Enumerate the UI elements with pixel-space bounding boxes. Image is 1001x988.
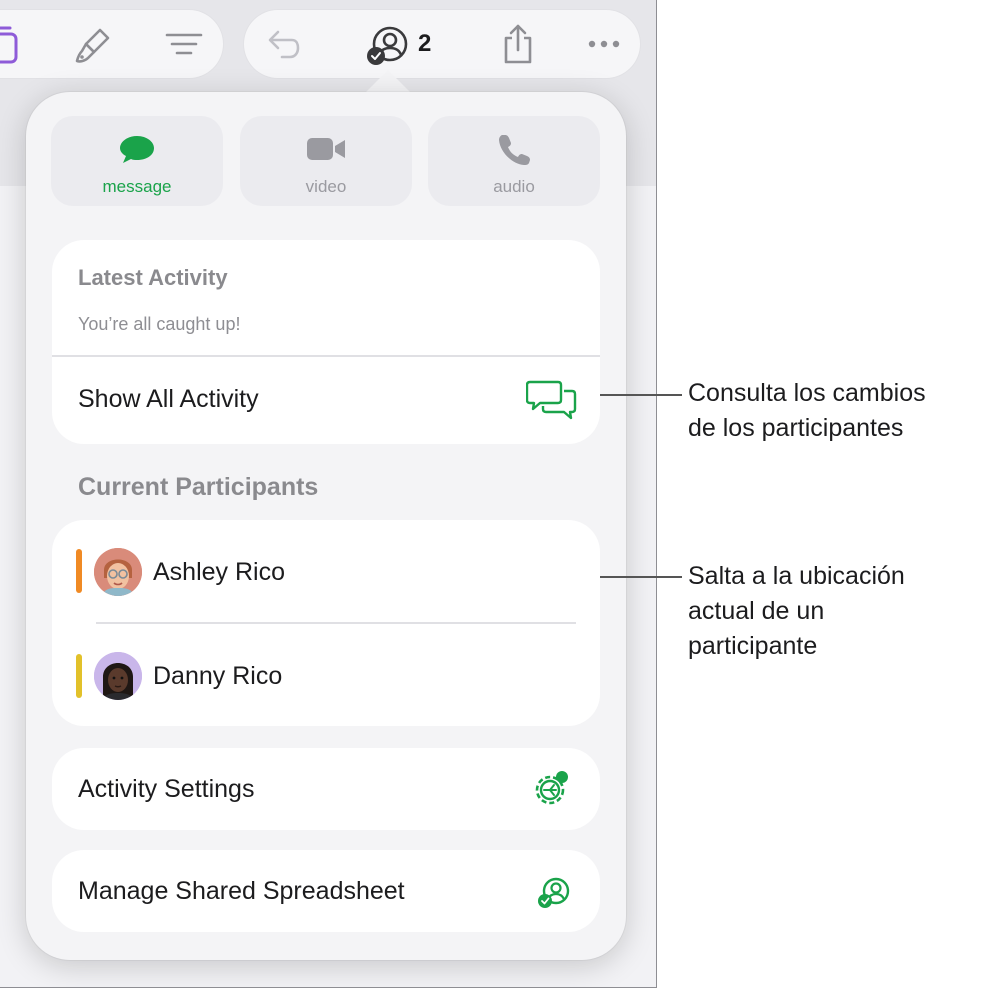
activity-settings-label: Activity Settings (78, 775, 255, 803)
format-panel-icon[interactable] (0, 22, 22, 66)
callout-line-text: participante (688, 632, 818, 660)
settings-gear-icon (530, 768, 572, 815)
callout-line-text: actual de un (688, 597, 825, 625)
callout-line-text: Salta a la ubicación (688, 562, 905, 590)
current-participants-title: Current Participants (78, 473, 319, 501)
audio-label: audio (493, 177, 535, 196)
participant-color-bar (76, 654, 82, 698)
callout-show-activity: Consulta los cambios de los participante… (688, 376, 926, 446)
toolbar-right-group (244, 10, 640, 78)
callout-leader-line (600, 394, 682, 396)
activity-status-text: You’re all caught up! (78, 314, 241, 334)
share-icon[interactable] (498, 22, 538, 66)
divider (96, 622, 576, 624)
collaboration-icon[interactable] (364, 24, 410, 68)
undo-icon[interactable] (262, 26, 302, 64)
paintbrush-icon[interactable] (70, 24, 114, 68)
more-icon[interactable] (586, 34, 622, 54)
organize-icon[interactable] (164, 30, 204, 60)
message-label: message (102, 177, 172, 196)
video-camera-icon (305, 132, 347, 171)
manage-shared-spreadsheet-label: Manage Shared Spreadsheet (78, 877, 405, 905)
person-checkmark-icon (536, 876, 572, 915)
participant-name[interactable]: Ashley Rico (153, 558, 285, 587)
activity-bubbles-icon[interactable] (525, 378, 578, 425)
callout-leader-line (600, 576, 682, 578)
latest-activity-title: Latest Activity (78, 265, 228, 290)
message-bubble-icon (117, 132, 157, 171)
participant-name[interactable]: Danny Rico (153, 662, 282, 691)
callout-line-text: Consulta los cambios (688, 379, 926, 407)
phone-icon (496, 132, 532, 171)
video-label: video (305, 177, 347, 196)
audio-button[interactable]: audio (428, 116, 600, 206)
video-button[interactable]: video (240, 116, 412, 206)
show-all-activity-button[interactable]: Show All Activity (78, 385, 259, 414)
popover-arrow (364, 70, 412, 94)
collaborator-count: 2 (418, 30, 432, 57)
avatar[interactable] (94, 548, 142, 596)
avatar[interactable] (94, 652, 142, 700)
callout-line-text: de los participantes (688, 414, 904, 442)
message-button[interactable]: message (51, 116, 223, 206)
callout-participant-location: Salta a la ubicación actual de un partic… (688, 559, 905, 664)
app-screenshot: 2 message video audio Latest Activity Yo… (0, 0, 657, 988)
participant-color-bar (76, 549, 82, 593)
divider (52, 355, 600, 357)
